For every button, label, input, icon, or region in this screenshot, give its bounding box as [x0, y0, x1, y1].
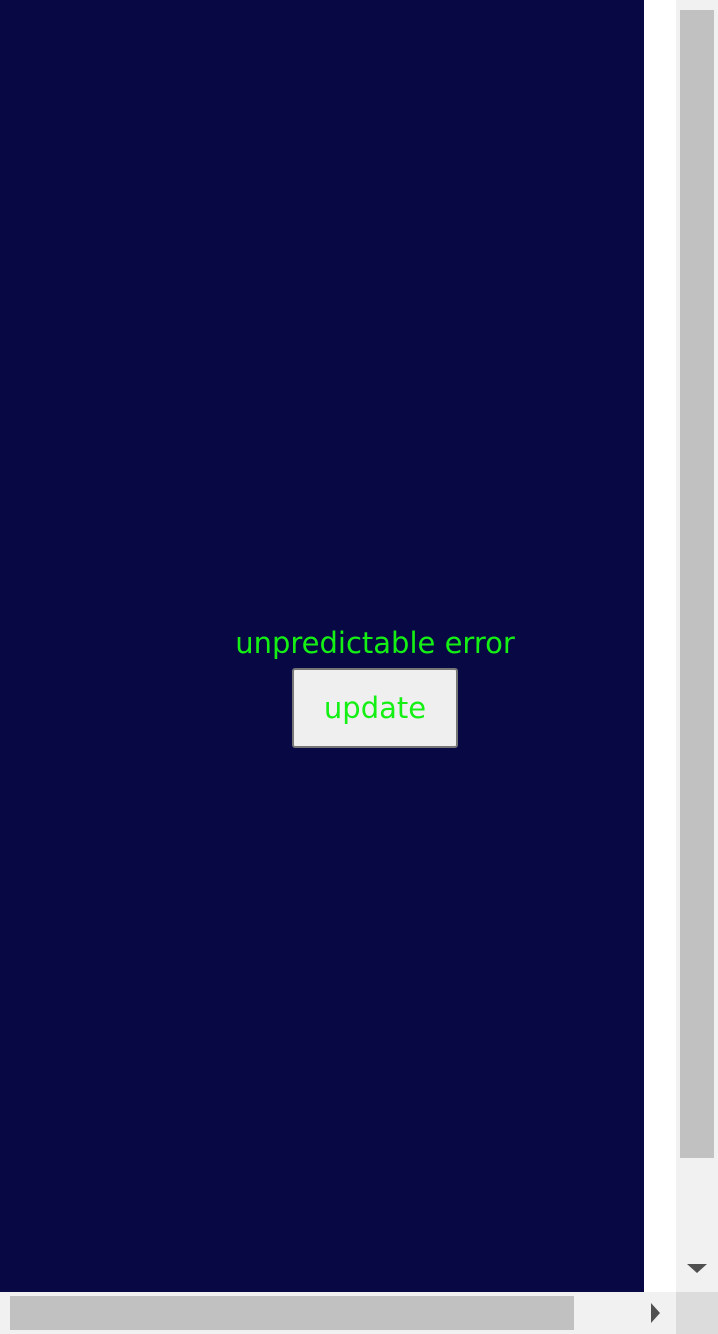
- scrollbar-corner: [676, 1292, 718, 1334]
- viewport: unpredictable error update: [0, 0, 676, 1292]
- error-message: unpredictable error: [235, 626, 515, 660]
- vertical-scrollbar-thumb[interactable]: [680, 10, 714, 1158]
- horizontal-scrollbar-thumb[interactable]: [10, 1296, 574, 1330]
- arrow-right-icon[interactable]: [651, 1303, 660, 1323]
- update-button[interactable]: update: [292, 668, 458, 748]
- vertical-scrollbar[interactable]: [676, 0, 718, 1292]
- arrow-down-icon[interactable]: [687, 1264, 707, 1273]
- horizontal-scrollbar[interactable]: [0, 1292, 676, 1334]
